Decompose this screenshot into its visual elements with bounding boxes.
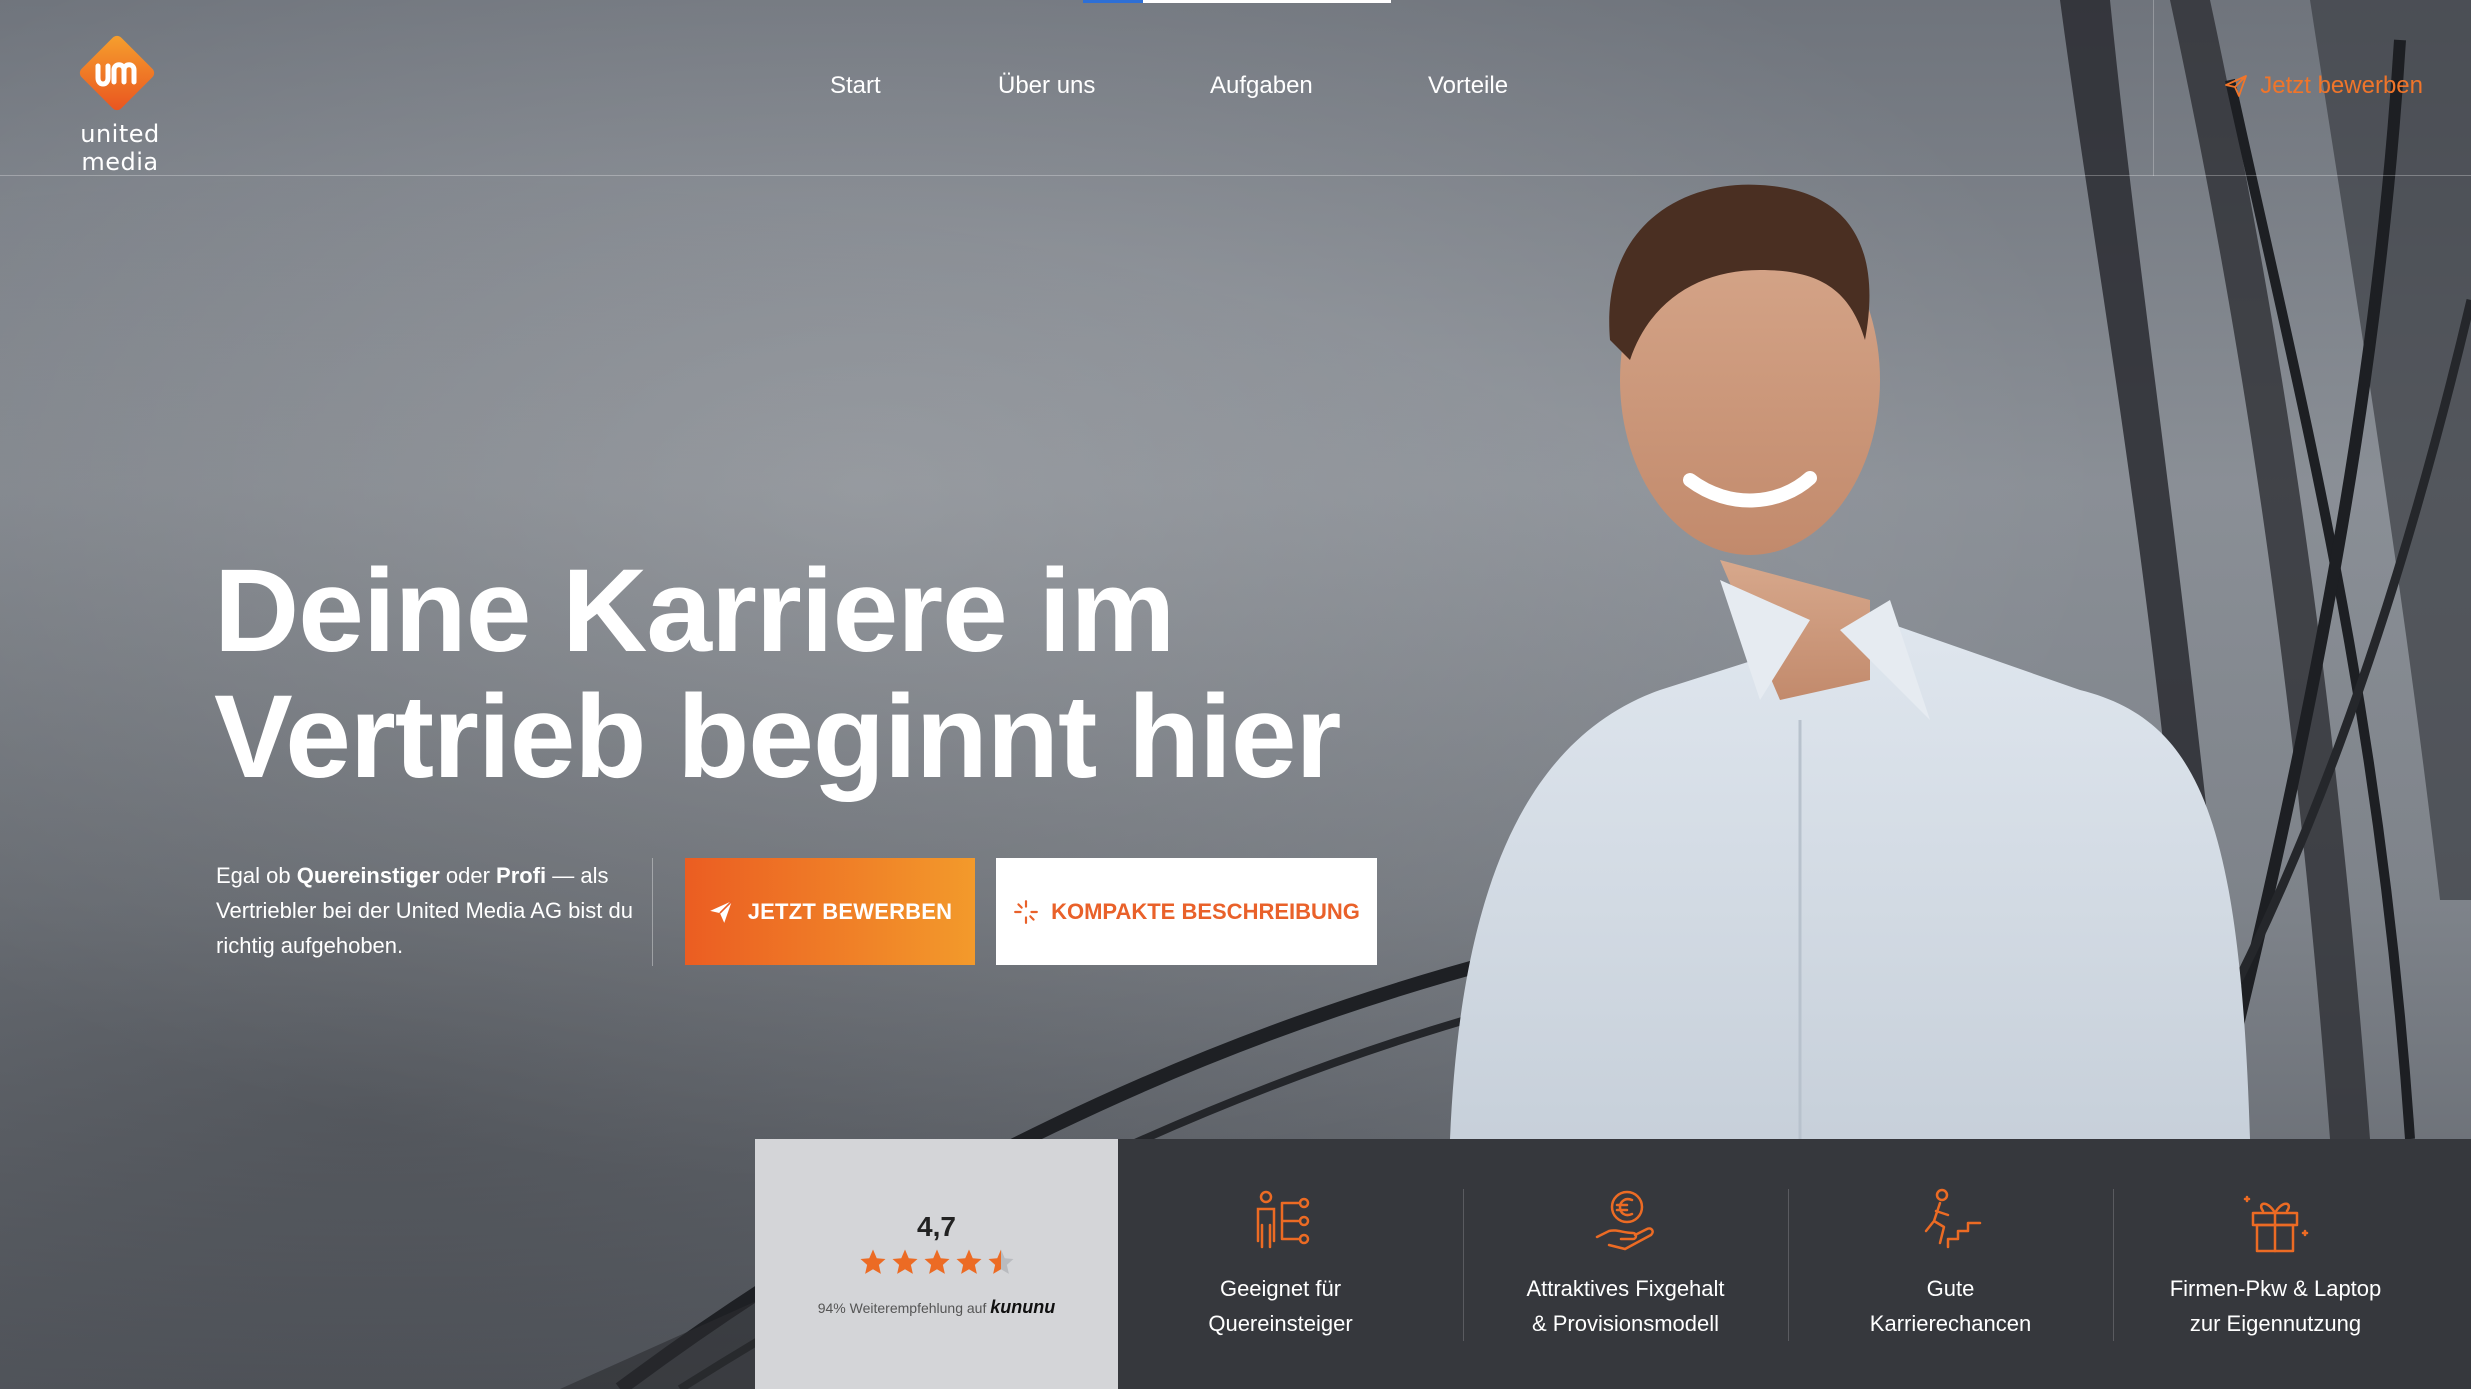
rating-card[interactable]: 4,7 94% Weiterempfehlung auf kununu bbox=[755, 1139, 1118, 1389]
benefit-career-change: Geeignet für Quereinsteiger bbox=[1118, 1139, 1443, 1389]
rating-stars bbox=[755, 1247, 1118, 1281]
star-icon bbox=[860, 1249, 885, 1274]
rating-score: 4,7 bbox=[917, 1211, 956, 1242]
intro-text-2: oder bbox=[439, 863, 497, 888]
header-apply-label: Jetzt bewerben bbox=[2260, 72, 2423, 99]
recommendation-text: 94% Weiterempfehlung auf bbox=[817, 1300, 987, 1316]
benefit-label: Gute Karrierechancen bbox=[1869, 1276, 2032, 1336]
paper-plane-icon bbox=[2225, 75, 2248, 97]
intro-divider bbox=[652, 858, 653, 966]
benefits-bar: Geeignet für Quereinsteiger Attraktives … bbox=[1118, 1139, 2471, 1389]
half-star-icon bbox=[988, 1249, 1013, 1274]
kununu-logo: kununu bbox=[990, 1297, 1056, 1317]
career-stairs-icon bbox=[1924, 1188, 1982, 1249]
burst-icon bbox=[1014, 899, 1038, 924]
intro-bold-1: Quereinstiger bbox=[296, 863, 440, 888]
star-icon bbox=[956, 1249, 981, 1274]
benefit-label: Firmen-Pkw & Laptop zur Eigennutzung bbox=[2169, 1276, 2382, 1336]
headline-line-2: Vertrieb beginnt hier bbox=[214, 671, 1341, 803]
gift-icon bbox=[2243, 1195, 2309, 1253]
hero-intro: Egal ob Quereinstiger oder Profi — als V… bbox=[216, 858, 646, 963]
header-divider bbox=[2153, 0, 2154, 176]
main-nav: Start Über uns Aufgaben Vorteile bbox=[0, 72, 2471, 112]
apply-now-button[interactable]: JETZT BEWERBEN bbox=[685, 858, 975, 965]
benefit-career: Gute Karrierechancen bbox=[1788, 1139, 2113, 1389]
career-change-icon bbox=[1256, 1190, 1310, 1249]
star-icon bbox=[892, 1249, 917, 1274]
intro-text-1: Egal ob bbox=[216, 863, 297, 888]
logo-text: united media bbox=[80, 120, 160, 176]
compact-description-label: KOMPAKTE BESCHREIBUNG bbox=[1051, 898, 1360, 924]
paper-plane-icon bbox=[709, 900, 733, 923]
nav-item-start[interactable]: Start bbox=[830, 72, 881, 100]
salary-euro-icon bbox=[1595, 1190, 1654, 1251]
apply-now-label: JETZT BEWERBEN bbox=[747, 898, 953, 924]
star-icon bbox=[924, 1249, 949, 1274]
nav-item-aufgaben[interactable]: Aufgaben bbox=[1210, 72, 1313, 100]
header-apply-link[interactable]: Jetzt bewerben bbox=[2224, 72, 2423, 100]
rating-note: 94% Weiterempfehlung auf kununu bbox=[755, 1297, 1118, 1318]
benefit-label: Geeignet für Quereinsteiger bbox=[1208, 1276, 1353, 1336]
benefit-company-car: Firmen-Pkw & Laptop zur Eigennutzung bbox=[2113, 1139, 2438, 1389]
intro-bold-2: Profi bbox=[496, 863, 547, 888]
headline-line-1: Deine Karriere im bbox=[214, 545, 1175, 677]
compact-description-button[interactable]: KOMPAKTE BESCHREIBUNG bbox=[996, 858, 1377, 965]
benefit-salary: Attraktives Fixgehalt & Provisionsmodell bbox=[1463, 1139, 1788, 1389]
benefit-label: Attraktives Fixgehalt & Provisionsmodell bbox=[1526, 1276, 1725, 1336]
site-header: united media Start Über uns Aufgaben Vor… bbox=[0, 0, 2471, 176]
hero-headline: Deine Karriere im Vertrieb beginnt hier bbox=[214, 548, 1514, 800]
nav-item-vorteile[interactable]: Vorteile bbox=[1428, 72, 1508, 100]
nav-item-ueber-uns[interactable]: Über uns bbox=[998, 72, 1095, 100]
